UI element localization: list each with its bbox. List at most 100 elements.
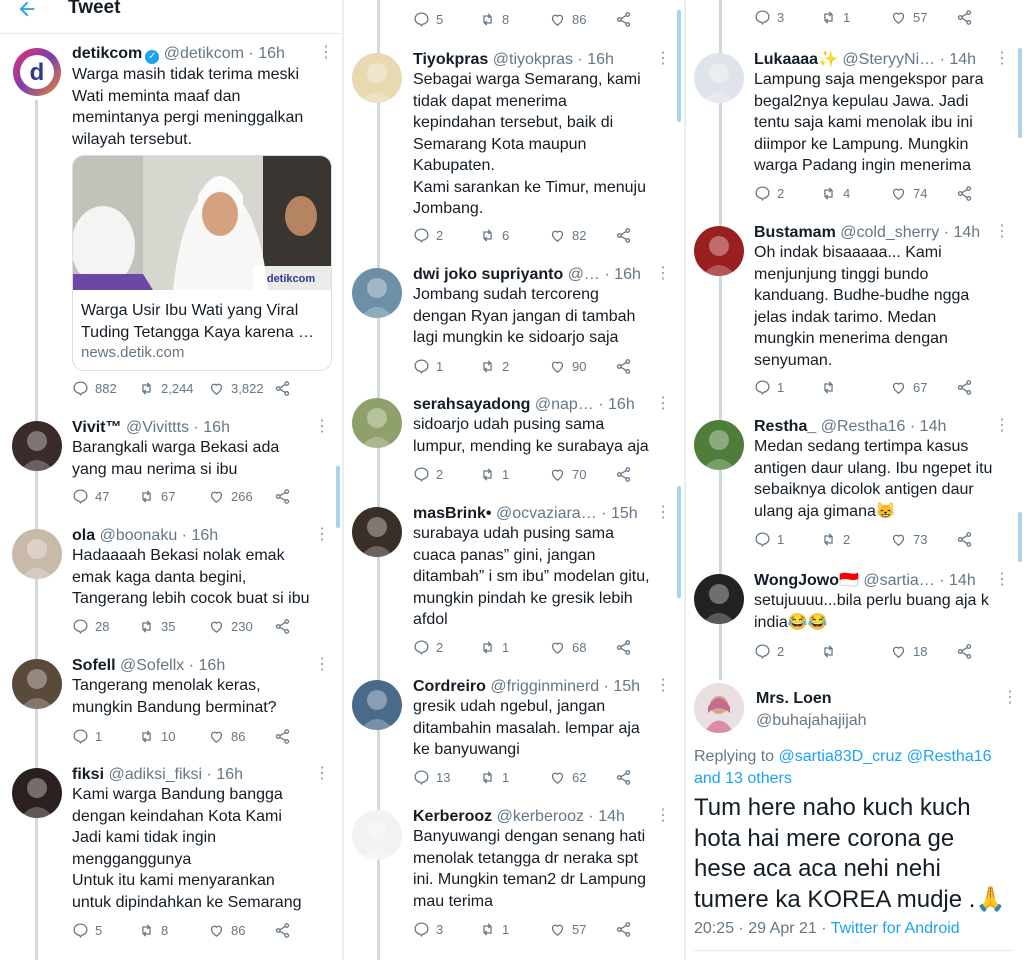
reply-button[interactable]: 2 <box>413 227 443 244</box>
more-options-icon[interactable]: ⋮ <box>1002 690 1018 706</box>
display-name[interactable]: Vivit™ <box>72 419 122 436</box>
handle[interactable]: @detikcom <box>164 45 244 62</box>
retweet-button[interactable]: 1 <box>820 9 850 26</box>
like-button[interactable]: 70 <box>549 466 586 483</box>
like-button[interactable]: 230 <box>208 618 253 635</box>
more-options-icon[interactable]: ⋮ <box>655 266 671 282</box>
like-button[interactable]: 86 <box>208 922 245 939</box>
display-name[interactable]: Lukaaaa✨ <box>754 51 838 68</box>
share-button[interactable] <box>615 11 632 28</box>
retweet-button[interactable]: 8 <box>479 11 509 28</box>
retweet-button[interactable]: 8 <box>138 922 168 939</box>
display-name[interactable]: Bustamam <box>754 224 836 241</box>
reply-button[interactable]: 2 <box>413 639 443 656</box>
reply-button[interactable]: 2 <box>754 185 784 202</box>
scrollbar[interactable] <box>677 10 681 122</box>
handle[interactable]: @nap… <box>535 396 594 413</box>
share-button[interactable] <box>615 921 632 938</box>
display-name[interactable]: fiksi <box>72 766 104 783</box>
reply-button[interactable]: 1 <box>754 379 784 396</box>
avatar[interactable] <box>352 810 402 860</box>
avatar[interactable] <box>12 659 62 709</box>
like-button[interactable]: 74 <box>890 185 927 202</box>
avatar[interactable] <box>352 398 402 448</box>
handle[interactable]: @sartia… <box>863 572 934 589</box>
reply-button[interactable]: 5 <box>413 11 443 28</box>
display-name[interactable]: WongJowo🇮🇩 <box>754 572 859 589</box>
share-button[interactable] <box>956 643 973 660</box>
display-name[interactable]: serahsayadong <box>413 396 530 413</box>
like-button[interactable]: 3,822 <box>208 380 264 397</box>
handle[interactable]: @… <box>568 266 600 283</box>
handle[interactable]: @buhajahajijah <box>756 712 867 729</box>
display-name[interactable]: Kerberooz <box>413 808 492 825</box>
avatar[interactable] <box>12 421 62 471</box>
reply-button[interactable]: 2 <box>754 643 784 660</box>
avatar[interactable] <box>12 529 62 579</box>
like-button[interactable]: 90 <box>549 358 586 375</box>
retweet-button[interactable]: 4 <box>820 185 850 202</box>
replying-others-link[interactable]: and 13 others <box>694 770 792 787</box>
reply-button[interactable]: 47 <box>72 488 109 505</box>
handle[interactable]: @Vivittts <box>126 419 189 436</box>
handle[interactable]: @adiksi_fiksi <box>108 766 202 783</box>
retweet-button[interactable]: 1 <box>479 769 509 786</box>
like-button[interactable]: 86 <box>208 728 245 745</box>
more-options-icon[interactable]: ⋮ <box>655 505 671 521</box>
reply-button[interactable]: 28 <box>72 618 109 635</box>
like-button[interactable]: 266 <box>208 488 253 505</box>
avatar[interactable] <box>694 420 744 470</box>
display-name[interactable]: Cordreiro <box>413 678 486 695</box>
avatar[interactable] <box>352 53 402 103</box>
more-options-icon[interactable]: ⋮ <box>655 808 671 824</box>
retweet-button[interactable]: 2,244 <box>138 380 194 397</box>
handle[interactable]: @Restha16 <box>821 418 906 435</box>
retweet-button[interactable]: 2 <box>820 531 850 548</box>
more-options-icon[interactable]: ⋮ <box>655 51 671 67</box>
like-button[interactable]: 57 <box>549 921 586 938</box>
display-name[interactable]: Mrs. Loen <box>756 690 832 707</box>
handle[interactable]: @tiyokpras <box>493 51 573 68</box>
avatar[interactable] <box>694 574 744 624</box>
retweet-button[interactable] <box>820 379 843 396</box>
share-button[interactable] <box>956 9 973 26</box>
more-options-icon[interactable]: ⋮ <box>314 766 330 782</box>
avatar[interactable] <box>352 680 402 730</box>
back-arrow-icon[interactable] <box>16 0 38 20</box>
display-name[interactable]: dwi joko supriyanto <box>413 266 563 283</box>
more-options-icon[interactable]: ⋮ <box>994 572 1010 588</box>
more-options-icon[interactable]: ⋮ <box>314 527 330 543</box>
more-options-icon[interactable]: ⋮ <box>314 419 330 435</box>
retweet-button[interactable]: 1 <box>479 921 509 938</box>
share-button[interactable] <box>274 728 291 745</box>
more-options-icon[interactable]: ⋮ <box>655 678 671 694</box>
share-button[interactable] <box>615 358 632 375</box>
share-button[interactable] <box>615 769 632 786</box>
scrollbar[interactable] <box>1018 512 1022 562</box>
handle[interactable]: @Sofellx <box>120 657 184 674</box>
avatar[interactable] <box>694 683 744 733</box>
reply-button[interactable]: 5 <box>72 922 102 939</box>
reply-button[interactable]: 3 <box>413 921 443 938</box>
avatar[interactable] <box>694 226 744 276</box>
display-name[interactable]: detikcom <box>72 45 142 62</box>
like-button[interactable]: 68 <box>549 639 586 656</box>
avatar[interactable] <box>12 768 62 818</box>
share-button[interactable] <box>274 618 291 635</box>
reply-button[interactable]: 1 <box>72 728 102 745</box>
retweet-button[interactable]: 1 <box>479 639 509 656</box>
more-options-icon[interactable]: ⋮ <box>655 396 671 412</box>
share-button[interactable] <box>956 379 973 396</box>
more-options-icon[interactable]: ⋮ <box>994 418 1010 434</box>
reply-button[interactable]: 882 <box>72 380 117 397</box>
display-name[interactable]: ola <box>72 527 95 544</box>
display-name[interactable]: Sofell <box>72 657 116 674</box>
share-button[interactable] <box>615 466 632 483</box>
like-button[interactable]: 57 <box>890 9 927 26</box>
retweet-button[interactable]: 2 <box>479 358 509 375</box>
like-button[interactable]: 73 <box>890 531 927 548</box>
more-options-icon[interactable]: ⋮ <box>994 224 1010 240</box>
avatar[interactable] <box>352 507 402 557</box>
share-button[interactable] <box>274 488 291 505</box>
replying-users-link[interactable]: @sartia83D_cruz @Restha16 <box>779 748 992 765</box>
